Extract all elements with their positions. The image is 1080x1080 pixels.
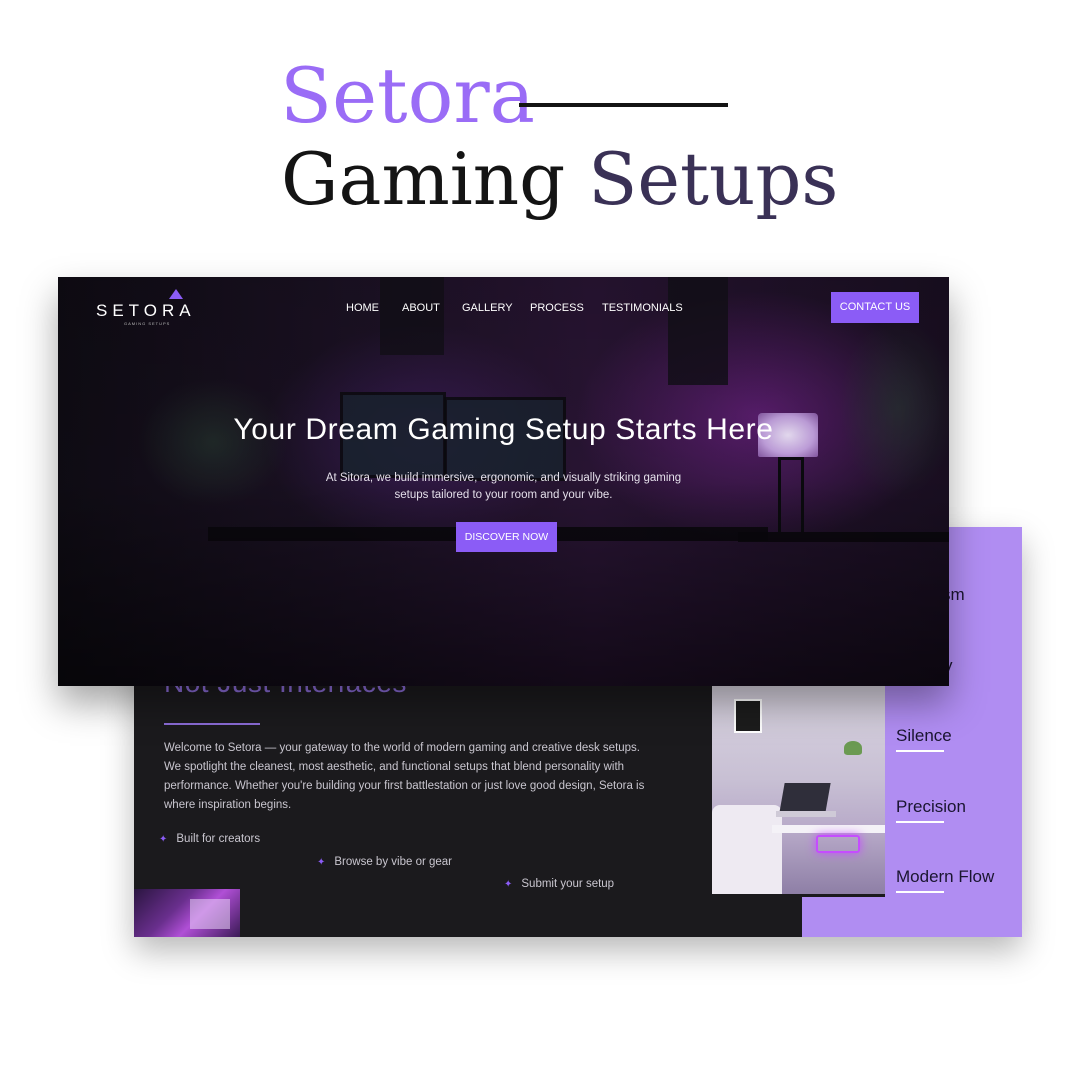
- about-title-underline: [164, 723, 260, 725]
- brand-title: Setora: [280, 51, 535, 140]
- setup-thumbnail-image: [134, 889, 240, 937]
- hero-section-card: SETORA GAMING SETUPS HOME ABOUT GALLERY …: [58, 277, 949, 686]
- about-body: Welcome to Setora — your gateway to the …: [164, 742, 645, 811]
- value-item-modern-flow: Modern Flow: [896, 867, 994, 893]
- nav-item-testimonials[interactable]: TESTIMONIALS: [602, 302, 683, 314]
- feature-item-creators: ✦ Built for creators: [159, 833, 260, 845]
- nav-item-home[interactable]: HOME: [346, 302, 379, 314]
- poster-shape: [734, 699, 762, 733]
- site-logo[interactable]: SETORA GAMING SETUPS: [96, 289, 196, 326]
- logo-wordmark: SETORA: [96, 301, 196, 320]
- headline: Setora Gaming Setups: [280, 51, 838, 219]
- logo-tagline: GAMING SETUPS: [124, 321, 171, 326]
- value-label: Precision: [896, 797, 966, 816]
- sparkle-icon: ✦: [159, 834, 168, 845]
- contact-us-button[interactable]: CONTACT US: [831, 292, 919, 323]
- shelf-shape: [190, 899, 230, 929]
- headline-word-setups: Setups: [588, 137, 839, 221]
- hero-title: Your Dream Gaming Setup Starts Here: [233, 413, 774, 446]
- value-underline: [896, 750, 944, 752]
- nav-item-process[interactable]: PROCESS: [530, 302, 584, 314]
- value-label: Silence: [896, 726, 952, 745]
- headline-subtitle: Gaming Setups: [281, 140, 838, 218]
- value-item-silence: Silence: [896, 726, 952, 752]
- nav-item-about[interactable]: ABOUT: [402, 302, 440, 314]
- values-panel-background-bottom: [802, 897, 1022, 937]
- hero-subtitle: At Sitora, we build immersive, ergonomic…: [325, 472, 682, 501]
- value-label: Modern Flow: [896, 867, 995, 886]
- value-underline: [896, 891, 944, 893]
- bed-shape: [712, 805, 782, 894]
- logo-triangle-icon: [169, 289, 183, 299]
- sparkle-icon: ✦: [504, 879, 513, 890]
- headline-word-gaming: Gaming: [281, 137, 566, 221]
- discover-now-button[interactable]: DISCOVER NOW: [456, 522, 557, 552]
- feature-label: Browse by vibe or gear: [334, 856, 453, 868]
- value-underline: [896, 821, 944, 823]
- feature-label: Built for creators: [176, 833, 261, 845]
- nav-item-gallery[interactable]: GALLERY: [462, 302, 513, 314]
- feature-item-browse: ✦ Browse by vibe or gear: [317, 856, 452, 868]
- headline-rule: [519, 103, 728, 107]
- feature-item-submit: ✦ Submit your setup: [504, 878, 614, 890]
- value-item-precision: Precision: [896, 797, 966, 823]
- feature-label: Submit your setup: [521, 878, 615, 890]
- sparkle-icon: ✦: [317, 857, 326, 868]
